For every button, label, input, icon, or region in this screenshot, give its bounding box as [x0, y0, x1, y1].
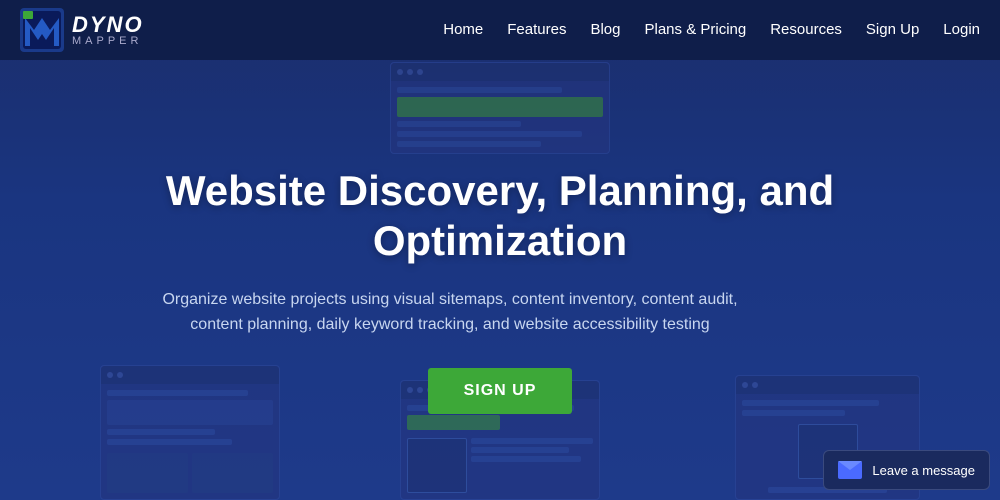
hero-section: Website Discovery, Planning, and Optimiz…	[0, 0, 1000, 500]
nav-item-home[interactable]: Home	[443, 21, 483, 39]
nav-item-features[interactable]: Features	[507, 21, 566, 39]
chat-label: Leave a message	[872, 463, 975, 478]
nav-item-signup[interactable]: Sign Up	[866, 21, 919, 39]
navbar: DYNO MAPPER Home Features Blog Plans & P…	[0, 0, 1000, 60]
logo-icon	[20, 8, 64, 52]
logo[interactable]: DYNO MAPPER	[20, 8, 144, 52]
logo-dyno-text: DYNO	[72, 14, 144, 36]
chat-bubble[interactable]: Leave a message	[823, 450, 990, 490]
logo-mapper-text: MAPPER	[72, 36, 144, 47]
envelope-icon	[838, 461, 862, 479]
nav-item-plans[interactable]: Plans & Pricing	[645, 21, 747, 39]
nav-item-resources[interactable]: Resources	[770, 21, 842, 39]
nav-links: Home Features Blog Plans & Pricing Resou…	[443, 21, 980, 39]
hero-subtitle: Organize website projects using visual s…	[150, 287, 750, 338]
hero-title: Website Discovery, Planning, and Optimiz…	[150, 166, 850, 267]
hero-signup-button[interactable]: SIGN UP	[428, 368, 573, 414]
mockup-top	[390, 62, 610, 154]
nav-item-login[interactable]: Login	[943, 21, 980, 39]
hero-content: Website Discovery, Planning, and Optimiz…	[150, 166, 850, 414]
nav-item-blog[interactable]: Blog	[590, 21, 620, 39]
